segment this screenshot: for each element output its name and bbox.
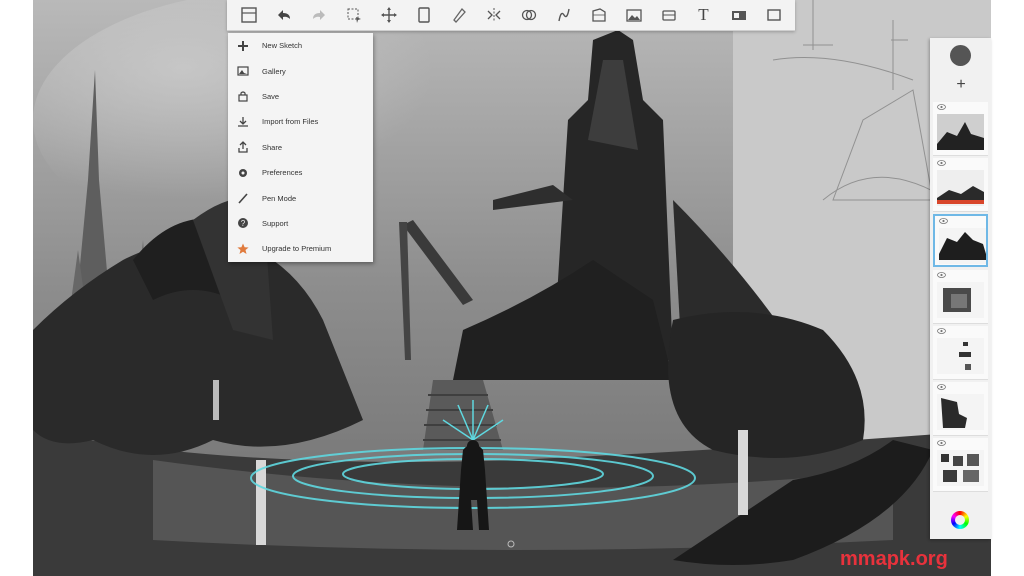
- redo-icon[interactable]: [307, 3, 331, 27]
- menu-item-new-sketch[interactable]: New Sketch: [228, 33, 373, 58]
- eye-icon[interactable]: [937, 384, 946, 390]
- current-color-swatch[interactable]: [950, 45, 971, 66]
- layer-thumbnail: [937, 114, 984, 150]
- stroke-icon[interactable]: [552, 3, 576, 27]
- gallery-icon: [236, 64, 250, 78]
- drawing-canvas[interactable]: [33, 0, 991, 576]
- menu-item-support[interactable]: ? Support: [228, 211, 373, 236]
- eye-icon[interactable]: [937, 440, 946, 446]
- perspective-icon[interactable]: [587, 3, 611, 27]
- menu-item-share[interactable]: Share: [228, 135, 373, 160]
- eye-icon[interactable]: [937, 104, 946, 110]
- color-wheel-icon[interactable]: [951, 511, 969, 529]
- select-icon[interactable]: [342, 3, 366, 27]
- menu-item-gallery[interactable]: Gallery: [228, 58, 373, 83]
- import-image-icon[interactable]: [622, 3, 646, 27]
- text-icon[interactable]: T: [692, 3, 716, 27]
- svg-text:?: ?: [241, 219, 246, 228]
- fullscreen-icon[interactable]: [762, 3, 786, 27]
- symmetry-icon[interactable]: [482, 3, 506, 27]
- help-icon: ?: [236, 216, 250, 230]
- layer-thumbnail: [937, 338, 984, 374]
- layer-thumbnail: [937, 450, 984, 486]
- star-icon: [236, 242, 250, 256]
- transform-icon[interactable]: [377, 3, 401, 27]
- layer-thumbnail: [937, 170, 984, 206]
- scan-icon[interactable]: [657, 3, 681, 27]
- canvas-icon[interactable]: [412, 3, 436, 27]
- menu-item-pen-mode[interactable]: Pen Mode: [228, 185, 373, 210]
- layer-thumbnail: [939, 228, 986, 264]
- eye-icon[interactable]: [939, 218, 948, 224]
- menu-item-preferences[interactable]: Preferences: [228, 160, 373, 185]
- add-layer-button[interactable]: +: [952, 76, 970, 94]
- brush-icon[interactable]: [447, 3, 471, 27]
- menu-item-import-from-files[interactable]: Import from Files: [228, 109, 373, 134]
- eye-icon[interactable]: [937, 272, 946, 278]
- menu-item-upgrade-to-premium[interactable]: Upgrade to Premium: [228, 236, 373, 261]
- layer-2[interactable]: [933, 158, 988, 212]
- settings-icon: [236, 166, 250, 180]
- guides-icon[interactable]: [517, 3, 541, 27]
- layer-thumbnail: [937, 394, 984, 430]
- pen-icon: [236, 191, 250, 205]
- undo-icon[interactable]: [272, 3, 296, 27]
- layer-5[interactable]: [933, 326, 988, 380]
- share-icon: [236, 140, 250, 154]
- eye-icon[interactable]: [937, 328, 946, 334]
- layer-6[interactable]: [933, 382, 988, 436]
- menu-item-save[interactable]: Save: [228, 84, 373, 109]
- layer-3[interactable]: [933, 214, 988, 267]
- main-menu: New Sketch Gallery Save Import from File…: [228, 33, 373, 262]
- layers-panel: +: [930, 38, 991, 539]
- layer-1[interactable]: [933, 102, 988, 156]
- layer-7[interactable]: [933, 438, 988, 492]
- watermark-text: mmapk.org: [840, 548, 948, 570]
- eye-icon[interactable]: [937, 160, 946, 166]
- plus-icon: [236, 39, 250, 53]
- layer-thumbnail: [937, 282, 984, 318]
- import-icon: [236, 115, 250, 129]
- menu-icon[interactable]: [237, 3, 261, 27]
- video-icon[interactable]: [727, 3, 751, 27]
- layer-4[interactable]: [933, 270, 988, 324]
- save-icon: [236, 89, 250, 103]
- artwork: [33, 0, 991, 576]
- top-toolbar: T: [227, 0, 795, 31]
